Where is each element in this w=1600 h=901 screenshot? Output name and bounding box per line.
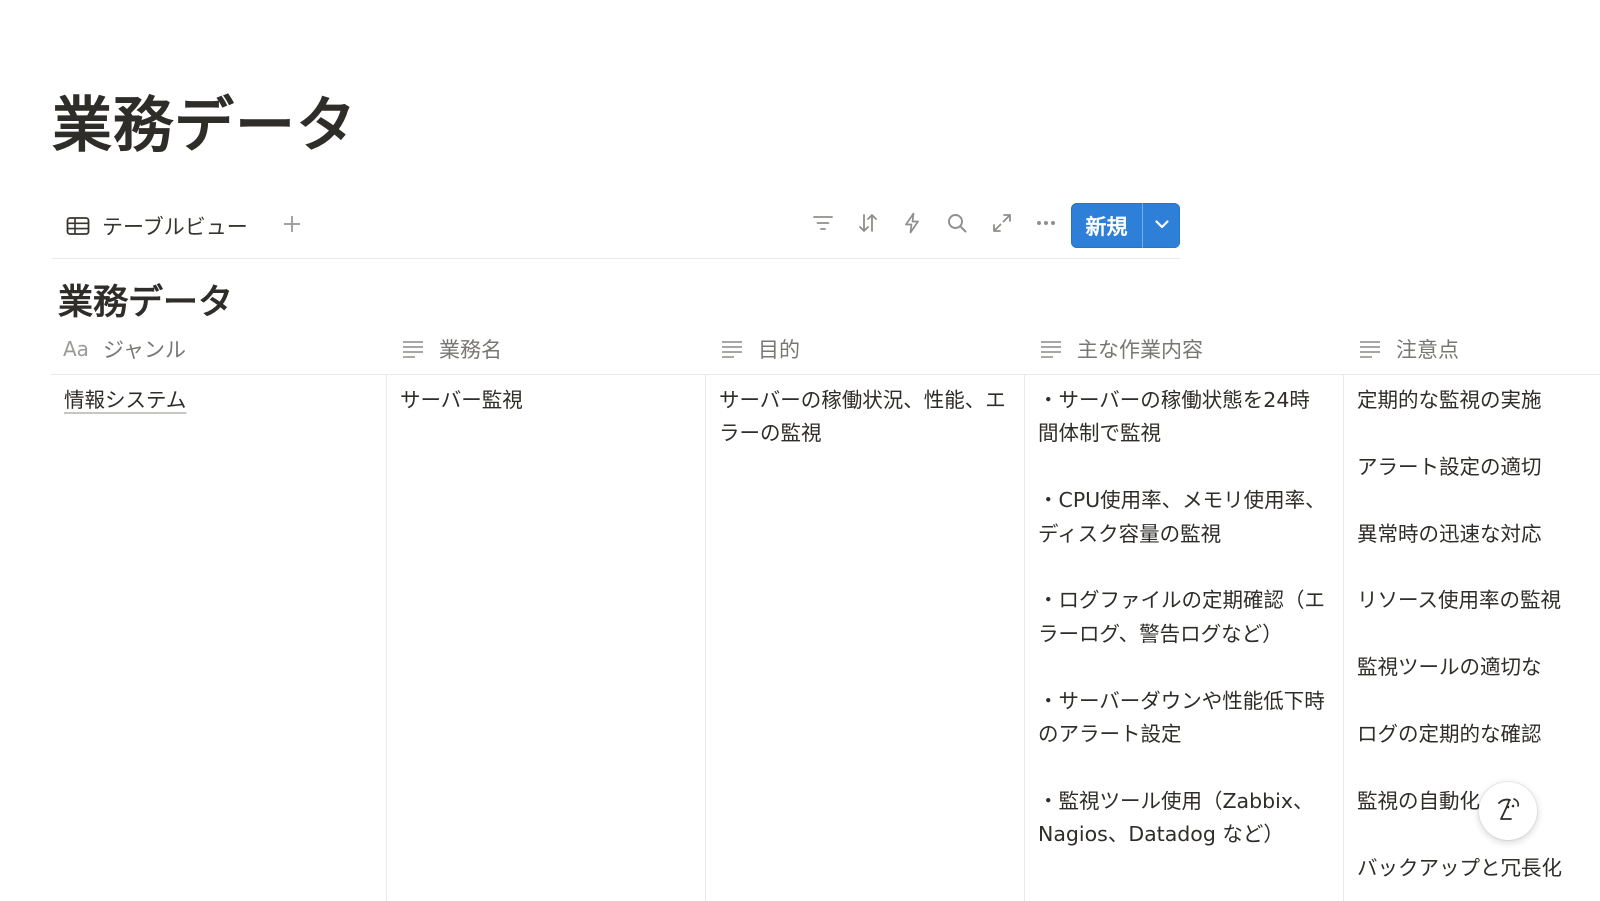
cell-task-name[interactable]: サーバー監視 [387, 375, 706, 901]
table-header: Aa ジャンル 業務名 目的 主な作業内容 注意点 [51, 324, 1600, 375]
search-button[interactable] [935, 210, 980, 240]
column-header-label: 主な作業内容 [1077, 338, 1203, 362]
database-title: 業務データ [58, 283, 234, 323]
view-tools [801, 210, 1069, 240]
page-title: 業務データ [52, 91, 357, 161]
text-lines-icon [1037, 337, 1065, 361]
column-header-label: 業務名 [439, 338, 502, 362]
more-button[interactable] [1024, 210, 1069, 240]
note-item: 監視の自動化 [1357, 788, 1480, 813]
text-lines-icon [718, 337, 746, 361]
task-name-text: サーバー監視 [400, 388, 523, 412]
view-tab-label: テーブルビュー [102, 215, 248, 239]
cell-main-work[interactable]: ・サーバーの稼働状態を24時間体制で監視 ・CPU使用率、メモリ使用率、ディスク… [1025, 375, 1344, 901]
note-item: アラート設定の適切 [1357, 454, 1542, 479]
cell-genre[interactable]: 情報システム [51, 375, 387, 901]
filter-button[interactable] [801, 210, 846, 240]
main-work-item: ・CPU使用率、メモリ使用率、ディスク容量の監視 [1038, 488, 1326, 546]
page: 業務データ テーブルビュー 新規 業務データ Aa ジャンル 業務名 目的 主な… [0, 0, 1600, 901]
filter-icon [811, 211, 835, 239]
column-header-task-name[interactable]: 業務名 [399, 324, 502, 374]
column-header-notes[interactable]: 注意点 [1356, 324, 1459, 374]
help-assistant-icon [1491, 792, 1525, 830]
new-button[interactable]: 新規 [1071, 203, 1142, 248]
table-row: 情報システム サーバー監視 サーバーの稼働状況、性能、エラーの監視 ・サーバーの… [51, 375, 1600, 901]
add-view-button[interactable] [278, 212, 306, 240]
more-icon [1034, 211, 1058, 239]
note-item: 定期的な監視の実施 [1357, 388, 1542, 412]
note-item: バックアップと冗長化 [1357, 855, 1562, 880]
main-work-item: ・監視ツール使用（Zabbix、Nagios、Datadog など） [1038, 788, 1314, 847]
new-dropdown-button[interactable] [1142, 203, 1180, 248]
sort-button[interactable] [846, 210, 891, 240]
main-work-item: ・サーバーダウンや性能低下時のアラート設定 [1038, 688, 1325, 747]
tab-table-view[interactable]: テーブルビュー [64, 210, 248, 242]
view-toolbar: テーブルビュー 新規 [52, 202, 1180, 259]
note-item: 監視ツールの適切な [1357, 655, 1542, 680]
note-item: 異常時の迅速な対応 [1357, 521, 1542, 546]
text-lines-icon [1356, 337, 1384, 361]
column-header-purpose[interactable]: 目的 [718, 324, 800, 374]
new-record-button-group: 新規 [1071, 203, 1180, 248]
genre-page-link[interactable]: 情報システム [64, 388, 186, 412]
column-header-label: ジャンル [103, 338, 186, 362]
expand-button[interactable] [979, 210, 1024, 240]
column-header-label: 目的 [758, 338, 800, 362]
table-icon [64, 212, 92, 240]
chevron-down-icon [1152, 214, 1172, 238]
main-work-item: ・ログファイルの定期確認（エラーログ、警告ログなど） [1038, 588, 1325, 646]
column-header-genre[interactable]: Aa ジャンル [63, 324, 186, 374]
title-aa-icon: Aa [63, 337, 89, 361]
expand-icon [990, 211, 1014, 239]
text-lines-icon [399, 337, 427, 361]
purpose-text: サーバーの稼働状況、性能、エラーの監視 [719, 388, 1006, 446]
note-item: ログの定期的な確認 [1357, 721, 1542, 746]
automation-button[interactable] [890, 210, 935, 240]
main-work-item: ・サーバーの稼働状態を24時間体制で監視 [1038, 388, 1310, 446]
help-assistant-button[interactable] [1479, 782, 1537, 840]
database-table: Aa ジャンル 業務名 目的 主な作業内容 注意点 情報システム サーバー監視 … [51, 324, 1600, 901]
cell-notes[interactable]: 定期的な監視の実施 アラート設定の適切 異常時の迅速な対応 リソース使用率の監視… [1344, 375, 1600, 901]
column-header-main-work[interactable]: 主な作業内容 [1037, 324, 1203, 374]
column-header-label: 注意点 [1396, 338, 1459, 362]
plus-icon [281, 213, 303, 239]
sort-icon [856, 211, 880, 239]
automation-bolt-icon [900, 211, 924, 239]
search-icon [945, 211, 969, 239]
note-item: リソース使用率の監視 [1357, 588, 1561, 613]
cell-purpose[interactable]: サーバーの稼働状況、性能、エラーの監視 [706, 375, 1025, 901]
